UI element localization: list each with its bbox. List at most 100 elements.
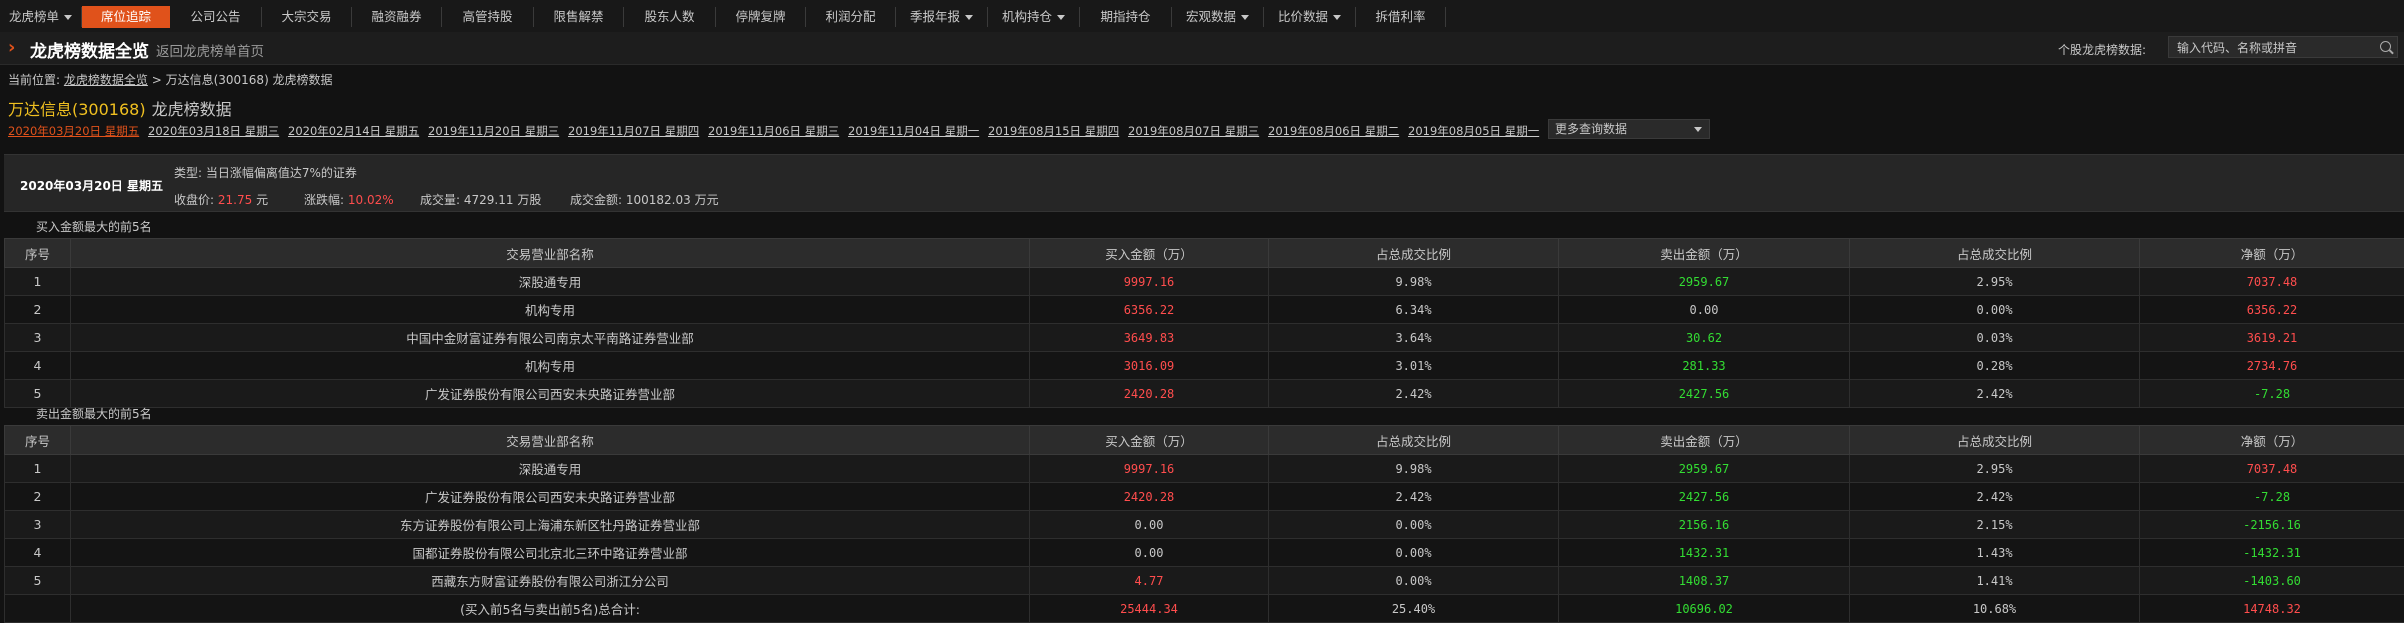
- broker-cell[interactable]: 国都证券股份有限公司北京北三环中路证券营业部: [71, 539, 1030, 567]
- date-link[interactable]: 2020年03月18日 星期三: [148, 123, 279, 139]
- sell-table: 序号 交易营业部名称 买入金额（万） 占总成交比例 卖出金额（万） 占总成交比例…: [4, 425, 2404, 623]
- nav-reports[interactable]: 季报年报: [896, 7, 988, 27]
- broker-cell[interactable]: 广发证券股份有限公司西安未央路证券营业部: [71, 380, 1030, 408]
- change-pct: 涨跌幅: 10.02%: [304, 191, 394, 208]
- broker-cell[interactable]: 东方证券股份有限公司上海浦东新区牡丹路证券营业部: [71, 511, 1030, 539]
- buy-amount-cell: 0.00: [1030, 511, 1269, 539]
- nav-margin[interactable]: 融资融券: [352, 7, 442, 27]
- summary-date: 2020年03月20日 星期五: [20, 177, 163, 194]
- nav-exec-holdings[interactable]: 高管持股: [442, 7, 534, 27]
- close-value: 21.75: [218, 193, 252, 207]
- search-label: 个股龙虎榜数据:: [2058, 41, 2146, 58]
- broker-cell[interactable]: 深股通专用: [71, 268, 1030, 296]
- col-header: 买入金额（万）: [1030, 426, 1269, 455]
- nav-interbank-rate[interactable]: 拆借利率: [1356, 7, 1446, 27]
- net-amount-cell: -1432.31: [2140, 539, 2404, 567]
- chevron-down-icon: [64, 15, 72, 20]
- sell-ratio-cell: 2.95%: [1850, 455, 2140, 483]
- search-icon[interactable]: [2380, 41, 2391, 52]
- more-dates-label: 更多查询数据: [1555, 122, 1627, 136]
- date-link[interactable]: 2019年08月07日 星期三: [1128, 123, 1259, 139]
- date-link[interactable]: 2019年08月05日 星期一: [1408, 123, 1539, 139]
- stock-name: 万达信息(300168): [8, 100, 146, 119]
- nav-label: 席位追踪: [101, 9, 151, 24]
- sell-amount-cell: 1408.37: [1559, 567, 1850, 595]
- buy-amount-cell: 2420.28: [1030, 380, 1269, 408]
- search-input[interactable]: [2175, 39, 2369, 57]
- net-amount-cell: -7.28: [2140, 483, 2404, 511]
- nav-label: 利润分配: [825, 9, 875, 24]
- col-header: 占总成交比例: [1269, 239, 1559, 268]
- broker-cell[interactable]: 中国中金财富证券有限公司南京太平南路证券营业部: [71, 324, 1030, 352]
- nav-label: 限售解禁: [553, 9, 603, 24]
- buy-section-title: 买入金额最大的前5名: [36, 218, 152, 235]
- table-row: 4 国都证券股份有限公司北京北三环中路证券营业部 0.00 0.00% 1432…: [5, 539, 2404, 567]
- sell-ratio-cell: 2.95%: [1850, 268, 2140, 296]
- date-link[interactable]: 2019年11月06日 星期三: [708, 123, 839, 139]
- nav-seat-tracking[interactable]: 席位追踪: [82, 6, 170, 28]
- nav-label: 宏观数据: [1186, 9, 1236, 24]
- nav-institution-holdings[interactable]: 机构持仓: [988, 7, 1080, 27]
- back-link[interactable]: 返回龙虎榜单首页: [156, 40, 264, 60]
- broker-cell[interactable]: 深股通专用: [71, 455, 1030, 483]
- col-header: 占总成交比例: [1850, 426, 2140, 455]
- table-header-row: 序号 交易营业部名称 买入金额（万） 占总成交比例 卖出金额（万） 占总成交比例…: [5, 239, 2404, 268]
- stock-title: 万达信息(300168)龙虎榜数据: [8, 96, 232, 120]
- table-row: 2 机构专用 6356.22 6.34% 0.00 0.00% 6356.22: [5, 296, 2404, 324]
- broker-cell[interactable]: 广发证券股份有限公司西安未央路证券营业部: [71, 483, 1030, 511]
- broker-cell[interactable]: 机构专用: [71, 296, 1030, 324]
- sell-ratio-cell: 2.42%: [1850, 483, 2140, 511]
- table-row: 3 中国中金财富证券有限公司南京太平南路证券营业部 3649.83 3.64% …: [5, 324, 2404, 352]
- nav-price-compare[interactable]: 比价数据: [1264, 7, 1356, 27]
- net-amount-cell: 6356.22: [2140, 296, 2404, 324]
- nav-announcements[interactable]: 公司公告: [170, 7, 262, 27]
- nav-block-trades[interactable]: 大宗交易: [262, 7, 352, 27]
- change-label: 涨跌幅:: [304, 193, 344, 207]
- nav-futures-holdings[interactable]: 期指持仓: [1080, 7, 1172, 27]
- table-row: 5 广发证券股份有限公司西安未央路证券营业部 2420.28 2.42% 242…: [5, 380, 2404, 408]
- table-row: 1 深股通专用 9997.16 9.98% 2959.67 2.95% 7037…: [5, 268, 2404, 296]
- chevron-right-icon: ›: [8, 37, 15, 58]
- sell-amount-cell: 2959.67: [1559, 268, 1850, 296]
- nav-label: 期指持仓: [1100, 9, 1150, 24]
- sell-ratio-cell: 1.43%: [1850, 539, 2140, 567]
- date-link[interactable]: 2019年11月04日 星期一: [848, 123, 979, 139]
- date-link[interactable]: 2019年08月15日 星期四: [988, 123, 1119, 139]
- broker-cell[interactable]: 机构专用: [71, 352, 1030, 380]
- breadcrumb-link[interactable]: 龙虎榜数据全览: [64, 73, 148, 87]
- date-link[interactable]: 2019年11月07日 星期四: [568, 123, 699, 139]
- date-link[interactable]: 2019年11月20日 星期三: [428, 123, 559, 139]
- sell-amount-cell: 281.33: [1559, 352, 1850, 380]
- table-header-row: 序号 交易营业部名称 买入金额（万） 占总成交比例 卖出金额（万） 占总成交比例…: [5, 426, 2404, 455]
- nav-shareholders[interactable]: 股东人数: [624, 7, 716, 27]
- buy-ratio-cell: 0.00%: [1269, 567, 1559, 595]
- buy-amount-cell: 9997.16: [1030, 268, 1269, 296]
- table-row: 3 东方证券股份有限公司上海浦东新区牡丹路证券营业部 0.00 0.00% 21…: [5, 511, 2404, 539]
- sell-ratio-cell: 2.15%: [1850, 511, 2140, 539]
- more-dates-select[interactable]: 更多查询数据: [1548, 119, 1710, 139]
- buy-amount-cell: 9997.16: [1030, 455, 1269, 483]
- date-link[interactable]: 2020年02月14日 星期五: [288, 123, 419, 139]
- buy-ratio-cell: 0.00%: [1269, 539, 1559, 567]
- summary-panel: 2020年03月20日 星期五 类型: 当日涨幅偏离值达7%的证券 收盘价: 2…: [4, 154, 2404, 212]
- sell-amount-cell: 2959.67: [1559, 455, 1850, 483]
- rank-cell: 5: [5, 380, 71, 408]
- col-header: 占总成交比例: [1850, 239, 2140, 268]
- nav-suspension[interactable]: 停牌复牌: [716, 7, 806, 27]
- table-row: 5 西藏东方财富证券股份有限公司浙江分公司 4.77 0.00% 1408.37…: [5, 567, 2404, 595]
- col-header: 买入金额（万）: [1030, 239, 1269, 268]
- buy-amount-cell: 2420.28: [1030, 483, 1269, 511]
- broker-cell[interactable]: 西藏东方财富证券股份有限公司浙江分公司: [71, 567, 1030, 595]
- nav-label: 拆借利率: [1375, 9, 1425, 24]
- nav-dividends[interactable]: 利润分配: [806, 7, 896, 27]
- nav-macro[interactable]: 宏观数据: [1172, 7, 1264, 27]
- sell-amount-cell: 30.62: [1559, 324, 1850, 352]
- summary-type: 类型: 当日涨幅偏离值达7%的证券: [174, 164, 357, 181]
- date-link[interactable]: 2020年03月20日 星期五: [8, 123, 139, 139]
- breadcrumb-prefix: 当前位置:: [8, 73, 60, 87]
- sell-section-title: 卖出金额最大的前5名: [36, 405, 152, 422]
- sell-amount-cell: 2156.16: [1559, 511, 1850, 539]
- nav-lockup[interactable]: 限售解禁: [534, 7, 624, 27]
- nav-longhu-list[interactable]: 龙虎榜单: [0, 7, 82, 27]
- date-link[interactable]: 2019年08月06日 星期二: [1268, 123, 1399, 139]
